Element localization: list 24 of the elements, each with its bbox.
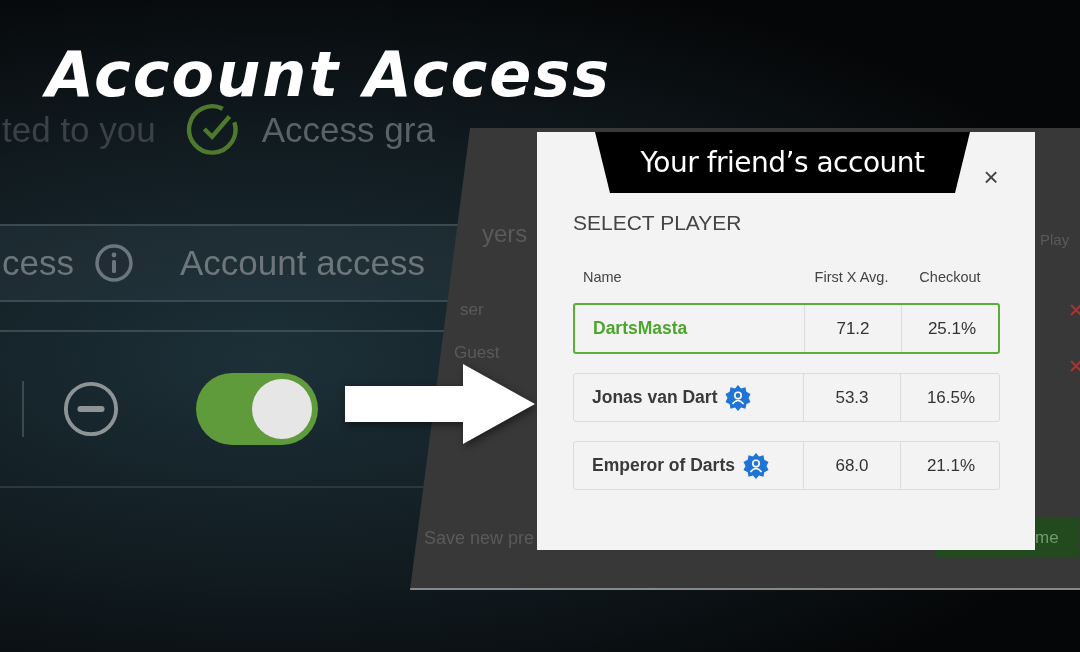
checkout-cell-text: 16.5%: [925, 386, 977, 409]
column-heading: Account access: [179, 243, 426, 283]
dialog-subtitle: SELECT PLAYER: [573, 211, 742, 235]
arrow-icon: [345, 364, 535, 444]
info-icon: [93, 243, 134, 283]
checkout-cell-text: 21.1%: [925, 454, 977, 477]
column-header: Checkout: [918, 269, 982, 287]
average-cell: 68.0: [804, 442, 901, 489]
checkout-cell-text: 25.1%: [926, 317, 978, 340]
status-text: Access gra: [261, 110, 435, 150]
player-row[interactable]: Emperor of Darts 68.0 21.1%: [573, 441, 1000, 490]
player-name: Emperor of Darts: [592, 455, 735, 476]
column-header: First X Avg.: [813, 269, 890, 287]
column-header: Name: [582, 269, 623, 287]
average-cell: 53.3: [804, 374, 901, 421]
average-cell: 71.2: [805, 305, 902, 352]
dialog-title: Your friend’s account: [595, 132, 970, 193]
minus-circle-icon[interactable]: [62, 380, 120, 438]
player-row[interactable]: DartsMasta 71.2 25.1%: [573, 303, 1000, 354]
player-name: DartsMasta: [593, 318, 688, 339]
player-name: Jonas van Dart: [592, 387, 718, 408]
close-button[interactable]: ×: [979, 162, 1003, 192]
column-heading: cess: [2, 243, 74, 283]
player-row[interactable]: Jonas van Dart 53.3 16.5%: [573, 373, 1000, 422]
